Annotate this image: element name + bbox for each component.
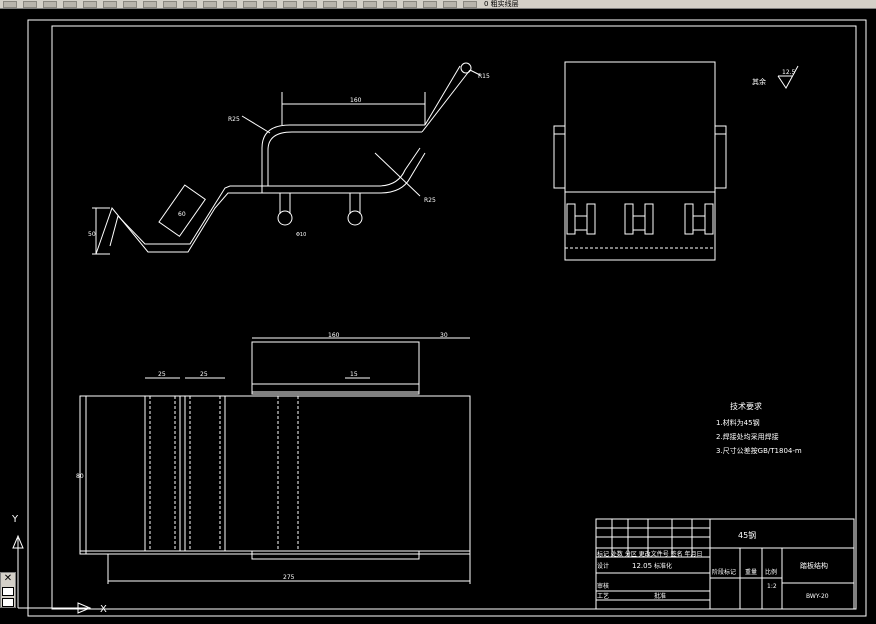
roughness-value: 12.5: [782, 69, 796, 76]
part-name: 踏板结构: [800, 561, 828, 570]
properties-palette[interactable]: ✕: [0, 572, 16, 608]
redo-icon[interactable]: [223, 0, 237, 8]
designcenter-icon[interactable]: [343, 0, 357, 8]
ucs-icon: Y X: [11, 514, 107, 615]
dim-top-length: 160: [350, 97, 362, 104]
print-icon[interactable]: [63, 0, 77, 8]
dim-top-width: 160: [328, 332, 340, 339]
standardize-label: 标准化: [654, 562, 672, 570]
calculator-icon[interactable]: [423, 0, 437, 8]
plan-view: 160 30 25 25 15 80 275: [76, 332, 471, 584]
technical-requirements: 技术要求 1.材料为45钢 2.焊接处均采用焊接 3.尺寸公差按GB/T1804…: [716, 401, 802, 455]
toolpalette-icon[interactable]: [363, 0, 377, 8]
revision-header: 标记 处数 分区 更改文件号 签名 年月日: [597, 550, 703, 558]
drawing-number: BWY-20: [806, 593, 829, 600]
material-label: 45钢: [738, 530, 756, 540]
tech-req-title: 技术要求: [730, 401, 762, 411]
dim-height: 50: [88, 231, 96, 238]
title-block: 45钢 标记 处数 分区 更改文件号 签名 年月日 设计 12.05 标准化 阶…: [595, 518, 855, 610]
tech-req-item-3: 3.尺寸公差按GB/T1804-m: [716, 446, 802, 455]
new-icon[interactable]: [3, 0, 17, 8]
layer-swatch-icon[interactable]: [2, 598, 14, 607]
dim-slope-length: 60: [178, 211, 186, 218]
dim-wheel-diameter: Φ10: [296, 232, 306, 238]
dim-plan-height: 80: [76, 473, 84, 480]
dim-r-left: R25: [228, 116, 240, 123]
save-icon[interactable]: [43, 0, 57, 8]
layer-manager-icon[interactable]: [443, 0, 457, 8]
surface-roughness-symbol: 其余 12.5: [752, 65, 799, 89]
tech-req-item-1: 1.材料为45钢: [716, 418, 760, 427]
zoom-realtime-icon[interactable]: [263, 0, 277, 8]
matchprop-icon[interactable]: [183, 0, 197, 8]
ucs-x-label: X: [100, 604, 107, 615]
close-icon[interactable]: ✕: [1, 573, 15, 585]
pan-icon[interactable]: [243, 0, 257, 8]
front-view: [553, 61, 727, 261]
process-label: 工艺: [597, 592, 609, 600]
markup-icon[interactable]: [403, 0, 417, 8]
dim-r-right-top: R15: [478, 73, 490, 80]
dim-slot-2: 25: [200, 371, 208, 378]
scale-value: 1:2: [767, 583, 777, 590]
tech-req-item-2: 2.焊接处均采用焊接: [716, 432, 779, 441]
weight-label: 重量: [745, 568, 757, 576]
layer-state-icon[interactable]: [463, 0, 477, 8]
zoom-previous-icon[interactable]: [303, 0, 317, 8]
side-view: 160 R25 R15 R25 60 50 Φ10: [88, 62, 490, 255]
review-label: 审核: [597, 582, 609, 590]
dim-slot-1: 25: [158, 371, 166, 378]
dim-total-width: 275: [283, 574, 295, 581]
stage-label: 阶段标记: [712, 568, 736, 576]
undo-icon[interactable]: [203, 0, 217, 8]
cut-icon[interactable]: [123, 0, 137, 8]
properties-icon[interactable]: [323, 0, 337, 8]
paste-icon[interactable]: [163, 0, 177, 8]
inner-frame: [51, 25, 857, 610]
plot-icon[interactable]: [103, 0, 117, 8]
open-icon[interactable]: [23, 0, 37, 8]
layer-dropdown[interactable]: 0 粗实线层: [484, 0, 519, 8]
color-swatch-icon[interactable]: [2, 587, 14, 596]
zoom-window-icon[interactable]: [283, 0, 297, 8]
ucs-y-label: Y: [11, 514, 19, 525]
copy-icon[interactable]: [143, 0, 157, 8]
date-value: 12.05: [632, 562, 652, 570]
outer-frame: [27, 19, 867, 617]
sheetset-icon[interactable]: [383, 0, 397, 8]
drawing-canvas[interactable]: 160 R25 R15 R25 60 50 Φ10 其余 12.5 160 30…: [0, 8, 876, 620]
dim-top-offset: 30: [440, 332, 448, 339]
preview-icon[interactable]: [83, 0, 97, 8]
designer-label: 设计: [597, 562, 609, 570]
approve-label: 批准: [654, 592, 666, 600]
dim-r-right-bottom: R25: [424, 197, 436, 204]
scale-label: 比例: [765, 568, 777, 576]
roughness-label: 其余: [752, 77, 766, 86]
dim-hole: 15: [350, 371, 358, 378]
